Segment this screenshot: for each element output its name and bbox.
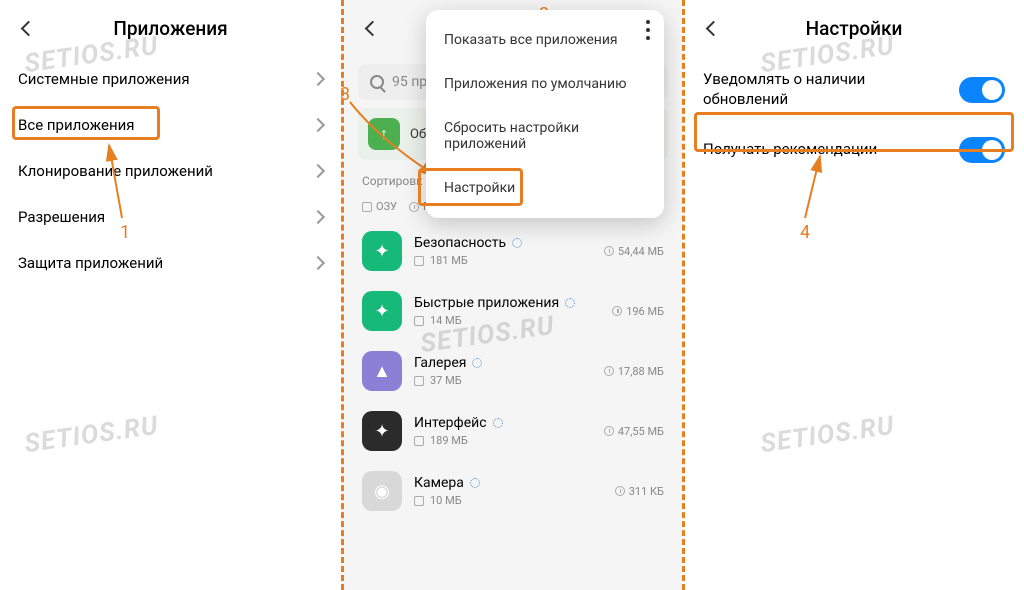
overflow-menu: Показать все приложения Приложения по ум…	[426, 10, 664, 218]
screen-apps: Приложения Системные приложения Все прил…	[0, 0, 341, 590]
header: Настройки	[685, 0, 1023, 56]
menu-show-all[interactable]: Показать все приложения	[426, 18, 664, 62]
chevron-right-icon	[313, 166, 323, 176]
toggle-notify-updates[interactable]	[959, 77, 1005, 103]
search-placeholder: 95 пр	[392, 74, 427, 90]
menu-settings[interactable]: Настройки	[426, 166, 664, 210]
app-size: 10 МБ	[414, 494, 603, 507]
spinner-icon	[472, 358, 482, 368]
spinner-icon	[493, 418, 503, 428]
setting-notify-updates: Уведомлять о наличии обновлений	[685, 56, 1023, 123]
annotation-number-3: 3	[340, 84, 350, 105]
header: Приложения	[0, 0, 341, 56]
list-item-system-apps[interactable]: Системные приложения	[0, 56, 341, 102]
app-size: 37 МБ	[414, 374, 592, 387]
clock-icon	[409, 202, 419, 212]
chevron-right-icon	[313, 74, 323, 84]
back-button[interactable]	[16, 16, 40, 40]
app-memory: 196 МБ	[612, 305, 664, 318]
setting-label: Получать рекомендации	[703, 140, 877, 160]
app-icon: ✦	[362, 411, 402, 451]
chevron-right-icon	[313, 212, 323, 222]
app-row[interactable]: ▲ Галерея 37 МБ 17,88 МБ	[344, 341, 682, 401]
list-item-all-apps[interactable]: Все приложения	[0, 102, 341, 148]
app-memory: 17,88 МБ	[604, 365, 664, 378]
list-item-label: Клонирование приложений	[18, 162, 213, 180]
chevron-left-icon	[367, 23, 378, 34]
menu-default-apps[interactable]: Приложения по умолчанию	[426, 62, 664, 106]
toggle-recommendations[interactable]	[959, 137, 1005, 163]
chevron-right-icon	[313, 120, 323, 130]
screen-app-list: 95 пр ↑ Обновлени Сортировк ОЗУ Память З…	[341, 0, 682, 590]
page-title: Приложения	[0, 17, 341, 40]
app-row[interactable]: ✦ Быстрые приложения 14 МБ 196 МБ	[344, 281, 682, 341]
update-icon: ↑	[368, 118, 400, 150]
search-icon	[370, 75, 384, 89]
app-name: Галерея	[414, 355, 592, 371]
spinner-icon	[565, 298, 575, 308]
list-item-clone-apps[interactable]: Клонирование приложений	[0, 148, 341, 194]
filter-ram[interactable]: ОЗУ	[362, 200, 397, 213]
app-memory: 47,55 МБ	[604, 425, 664, 438]
setting-recommendations: Получать рекомендации	[685, 123, 1023, 177]
app-size: 189 МБ	[414, 434, 592, 447]
app-icon: ▲	[362, 351, 402, 391]
more-icon[interactable]	[646, 20, 650, 40]
setting-label: Уведомлять о наличии обновлений	[703, 70, 913, 109]
app-icon: ◉	[362, 471, 402, 511]
spinner-icon	[512, 238, 522, 248]
app-memory: 54,44 МБ	[604, 245, 664, 258]
app-memory: 311 КБ	[615, 485, 664, 498]
list-item-label: Системные приложения	[18, 70, 190, 88]
back-button[interactable]	[360, 16, 384, 40]
screen-settings: Настройки Уведомлять о наличии обновлени…	[682, 0, 1023, 590]
chevron-left-icon	[708, 23, 719, 34]
gear-icon	[362, 202, 372, 212]
app-row[interactable]: ◉ Камера 10 МБ 311 КБ	[344, 461, 682, 521]
app-size: 14 МБ	[414, 314, 600, 327]
list-item-protection[interactable]: Защита приложений	[0, 240, 341, 286]
annotation-number-4: 4	[800, 222, 810, 243]
list-item-label: Защита приложений	[18, 254, 163, 272]
list-item-label: Разрешения	[18, 208, 105, 226]
app-name: Безопасность	[414, 235, 592, 251]
app-row[interactable]: ✦ Интерфейс 189 МБ 47,55 МБ	[344, 401, 682, 461]
app-icon: ✦	[362, 231, 402, 271]
list-item-permissions[interactable]: Разрешения	[0, 194, 341, 240]
chevron-right-icon	[313, 258, 323, 268]
app-row[interactable]: ✦ Безопасность 181 МБ 54,44 МБ	[344, 221, 682, 281]
list-item-label: Все приложения	[18, 116, 135, 134]
app-icon: ✦	[362, 291, 402, 331]
app-name: Быстрые приложения	[414, 295, 600, 311]
annotation-number-1: 1	[120, 222, 130, 243]
app-name: Камера	[414, 475, 603, 491]
menu-reset-prefs[interactable]: Сбросить настройки приложений	[426, 106, 664, 166]
page-title: Настройки	[685, 17, 1023, 40]
chevron-left-icon	[23, 23, 34, 34]
app-size: 181 МБ	[414, 254, 592, 267]
back-button[interactable]	[701, 16, 725, 40]
app-name: Интерфейс	[414, 415, 592, 431]
spinner-icon	[470, 478, 480, 488]
